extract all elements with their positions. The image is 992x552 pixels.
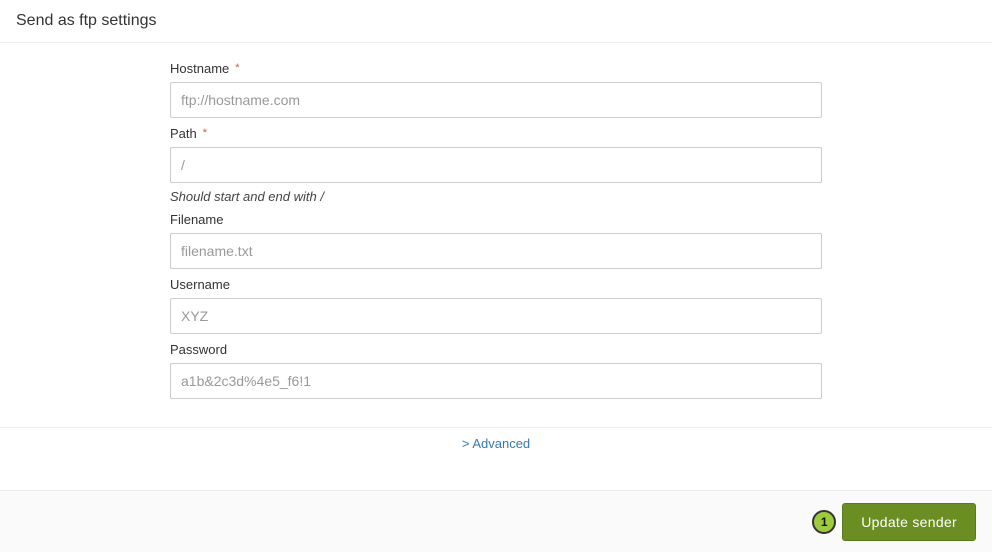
field-filename: Filename bbox=[170, 212, 822, 269]
username-input[interactable] bbox=[170, 298, 822, 334]
path-hint: Should start and end with / bbox=[170, 189, 822, 204]
password-label-row: Password bbox=[170, 342, 822, 357]
password-input[interactable] bbox=[170, 363, 822, 399]
password-label: Password bbox=[170, 342, 227, 357]
required-icon: * bbox=[203, 128, 207, 139]
field-path: Path * Should start and end with / bbox=[170, 126, 822, 204]
footer: 1 Update sender bbox=[0, 490, 992, 552]
path-label: Path bbox=[170, 126, 197, 141]
filename-label-row: Filename bbox=[170, 212, 822, 227]
page-title: Send as ftp settings bbox=[0, 0, 992, 42]
hostname-label: Hostname bbox=[170, 61, 229, 76]
username-label: Username bbox=[170, 277, 230, 292]
field-password: Password bbox=[170, 342, 822, 399]
required-icon: * bbox=[235, 63, 239, 74]
hostname-label-row: Hostname * bbox=[170, 61, 822, 76]
filename-input[interactable] bbox=[170, 233, 822, 269]
path-input[interactable] bbox=[170, 147, 822, 183]
field-hostname: Hostname * bbox=[170, 61, 822, 118]
advanced-toggle[interactable]: > Advanced bbox=[462, 436, 530, 451]
count-badge: 1 bbox=[812, 510, 836, 534]
update-sender-button[interactable]: Update sender bbox=[842, 503, 976, 541]
field-username: Username bbox=[170, 277, 822, 334]
form: Hostname * Path * Should start and end w… bbox=[0, 43, 992, 427]
username-label-row: Username bbox=[170, 277, 822, 292]
path-label-row: Path * bbox=[170, 126, 822, 141]
filename-label: Filename bbox=[170, 212, 223, 227]
advanced-section: > Advanced bbox=[0, 427, 992, 461]
hostname-input[interactable] bbox=[170, 82, 822, 118]
